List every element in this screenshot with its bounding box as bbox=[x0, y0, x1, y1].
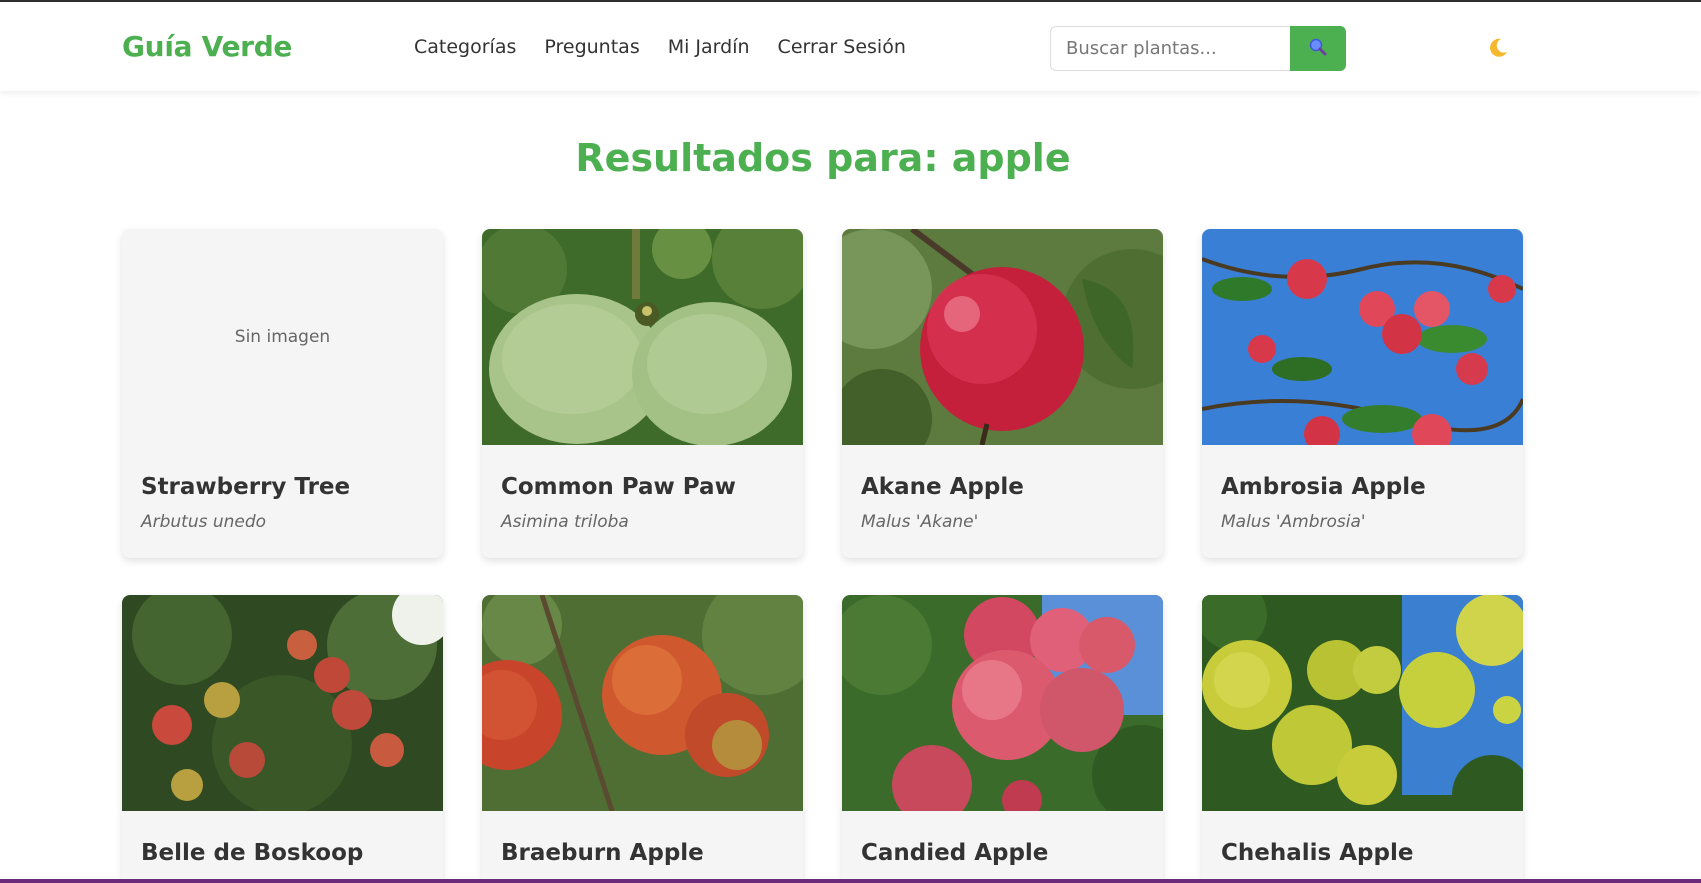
plant-image bbox=[1202, 229, 1523, 445]
results-grid: Sin imagen Strawberry Tree Arbutus unedo… bbox=[122, 229, 1524, 883]
plant-card[interactable]: Sin imagen Strawberry Tree Arbutus unedo bbox=[122, 229, 443, 558]
plant-image bbox=[842, 229, 1163, 445]
brand-logo[interactable]: Guía Verde bbox=[122, 30, 292, 63]
plant-name: Strawberry Tree bbox=[141, 474, 351, 500]
plant-name: Ambrosia Apple bbox=[1221, 474, 1426, 500]
plant-scientific-name: Arbutus unedo bbox=[141, 512, 267, 532]
search-form bbox=[1050, 26, 1346, 71]
nav-link-preguntas[interactable]: Preguntas bbox=[544, 36, 639, 58]
plant-card[interactable]: Common Paw Paw Asimina triloba bbox=[482, 229, 803, 558]
bottom-accent-bar bbox=[0, 879, 1701, 883]
plant-image bbox=[842, 595, 1163, 811]
nav-links: Categorías Preguntas Mi Jardín Cerrar Se… bbox=[414, 36, 934, 58]
navbar: Guía Verde Categorías Preguntas Mi Jardí… bbox=[0, 2, 1701, 91]
search-input[interactable] bbox=[1050, 26, 1290, 71]
plant-name: Chehalis Apple bbox=[1221, 840, 1414, 866]
plant-name: Belle de Boskoop Apple bbox=[141, 840, 364, 883]
plant-card[interactable]: Akane Apple Malus 'Akane' bbox=[842, 229, 1163, 558]
search-button[interactable] bbox=[1290, 26, 1346, 71]
plant-image bbox=[482, 229, 803, 445]
plant-card[interactable]: Braeburn Apple bbox=[482, 595, 803, 883]
plant-card[interactable]: Candied Apple Flowering Crab bbox=[842, 595, 1163, 883]
plant-card[interactable]: Belle de Boskoop Apple bbox=[122, 595, 443, 883]
nav-link-mi-jardin[interactable]: Mi Jardín bbox=[668, 36, 750, 58]
plant-card[interactable]: Ambrosia Apple Malus 'Ambrosia' bbox=[1202, 229, 1523, 558]
plant-name: Common Paw Paw bbox=[501, 474, 736, 500]
plant-scientific-name: Asimina triloba bbox=[501, 512, 629, 532]
no-image-placeholder: Sin imagen bbox=[122, 229, 443, 445]
plant-name: Braeburn Apple bbox=[501, 840, 704, 866]
page-title: Resultados para: apple bbox=[575, 136, 1071, 180]
theme-toggle-button[interactable] bbox=[1484, 36, 1512, 64]
plant-image bbox=[1202, 595, 1523, 811]
plant-card[interactable]: Chehalis Apple bbox=[1202, 595, 1523, 883]
plant-name: Akane Apple bbox=[861, 474, 1024, 500]
search-icon bbox=[1308, 37, 1328, 60]
plant-scientific-name: Malus 'Akane' bbox=[861, 512, 979, 532]
nav-link-cerrar-sesion[interactable]: Cerrar Sesión bbox=[778, 36, 906, 58]
plant-name: Candied Apple Flowering Crab bbox=[861, 840, 1058, 883]
nav-link-categorias[interactable]: Categorías bbox=[414, 36, 516, 58]
plant-scientific-name: Malus 'Ambrosia' bbox=[1221, 512, 1366, 532]
plant-image bbox=[122, 595, 443, 811]
moon-icon bbox=[1486, 36, 1510, 64]
plant-image bbox=[482, 595, 803, 811]
